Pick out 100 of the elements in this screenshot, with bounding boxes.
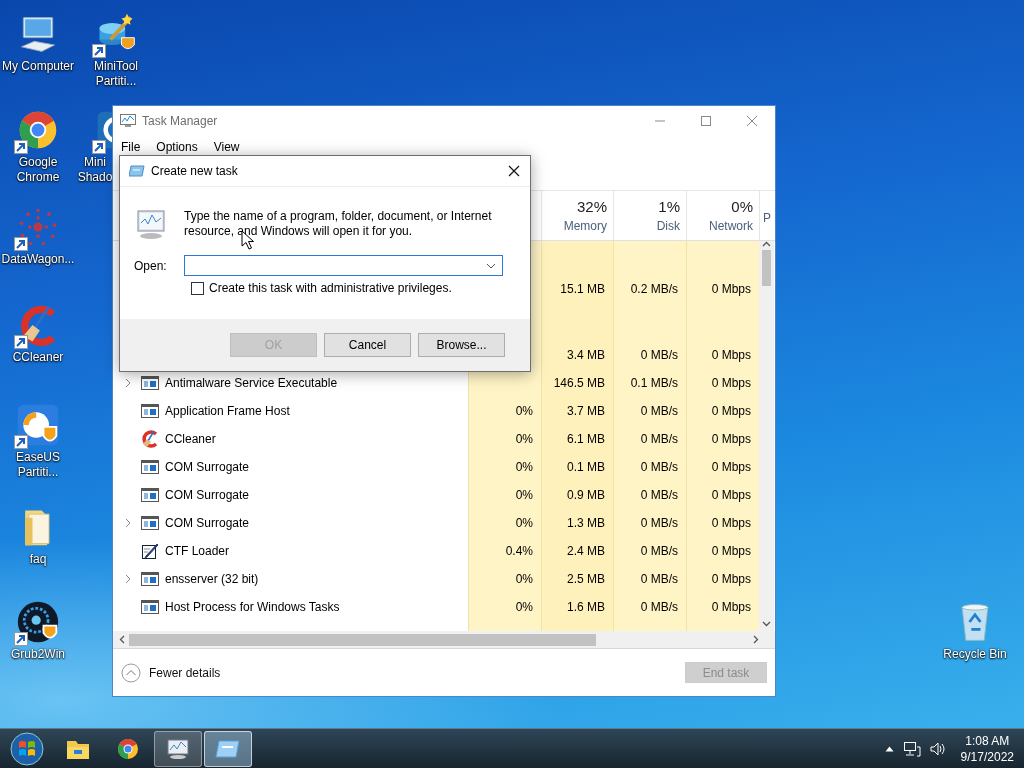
window-icon	[141, 487, 159, 503]
menu-item[interactable]: File	[117, 140, 147, 154]
run-icon	[215, 738, 241, 759]
scroll-up-icon	[762, 241, 771, 248]
table-cell-text: 6.1 MB	[566, 432, 606, 446]
icon-label: EaseUS Partiti...	[15, 450, 61, 480]
icon-label: CCleaner	[12, 350, 64, 365]
icon-label: Grub2Win	[11, 647, 65, 662]
table-cell-text: 0 Mbps	[710, 544, 752, 558]
table-cell-text: 0.1 MB/s	[629, 376, 679, 390]
process-name: COM Surrogate	[165, 488, 250, 502]
process-name: COM Surrogate	[165, 460, 250, 474]
table-cell-text: 0 MB/s	[639, 544, 679, 558]
table-cell-text: 0%	[514, 572, 534, 586]
table-cell-text: 0.2 MB/s	[629, 282, 679, 296]
maximize-icon[interactable]	[700, 115, 712, 127]
table-cell-text: 0%	[514, 460, 534, 474]
window-icon	[141, 599, 159, 615]
network-icon[interactable]	[902, 740, 921, 757]
process-name: Host Process for Windows Tasks	[165, 600, 340, 614]
menu-item[interactable]: View	[209, 140, 246, 154]
window-title: Task Manager	[142, 114, 218, 128]
circle-logo-icon	[116, 736, 140, 761]
table-cell-text: 0 MB/s	[639, 432, 679, 446]
process-name: COM Surrogate	[165, 516, 250, 530]
app-icon	[120, 114, 136, 128]
table-cell-text: 0 Mbps	[710, 460, 752, 474]
table-cell-text: 3.4 MB	[566, 348, 606, 362]
table-cell-text: 0 Mbps	[710, 282, 752, 296]
run-icon	[129, 165, 145, 177]
window-icon	[141, 571, 159, 587]
column-header[interactable]: P	[763, 210, 771, 225]
open-field[interactable]	[184, 255, 503, 276]
table-cell-text: 0 MB/s	[639, 572, 679, 586]
table-cell-text: 0.4%	[504, 544, 534, 558]
windows-logo-icon	[10, 731, 44, 766]
column-percent: 32%	[576, 198, 607, 215]
table-cell-text: 0.1 MB	[566, 460, 606, 474]
table-cell-text: 2.5 MB	[566, 572, 606, 586]
column-header[interactable]: Disk	[656, 219, 680, 233]
scroll-left-icon	[119, 635, 126, 644]
icon-label: MiniTool Partiti...	[93, 59, 139, 89]
table-cell-text: 0 MB/s	[639, 348, 679, 362]
dropdown-caret-icon	[486, 262, 496, 269]
icon-label: Google Chrome	[15, 155, 61, 185]
show-hidden-icon[interactable]	[884, 745, 894, 752]
column-percent: 1%	[658, 198, 680, 215]
icon-label: faq	[29, 552, 47, 567]
taskbar-button[interactable]	[204, 730, 252, 767]
window-icon	[141, 459, 159, 475]
close-icon[interactable]	[508, 165, 520, 177]
checkbox-label: Create this task with administrative privileges.	[209, 281, 452, 295]
table-cell-text: 0 Mbps	[710, 488, 752, 502]
fewer-details-link[interactable]: Fewer details	[149, 665, 221, 680]
checkbox[interactable]	[191, 281, 204, 295]
window-icon	[141, 515, 159, 531]
expand-chevron-icon[interactable]	[124, 574, 132, 584]
table-cell-text: 0 Mbps	[710, 432, 752, 446]
column-header[interactable]: Memory	[563, 219, 607, 233]
icon-label: My Computer	[2, 59, 74, 74]
clock-date: 9/17/2022	[960, 748, 1014, 765]
table-cell-text: 0 MB/s	[639, 460, 679, 474]
volume-icon[interactable]	[929, 740, 946, 757]
table-cell-text: 0 Mbps	[710, 516, 752, 530]
table-cell-text: 1.3 MB	[566, 516, 606, 530]
column-header[interactable]: Network	[709, 219, 753, 233]
broom-icon	[141, 430, 159, 448]
shield-icon	[16, 403, 60, 447]
monitor-chart-icon	[166, 737, 190, 760]
table-cell-text: 0%	[514, 432, 534, 446]
table-cell-text: 2.4 MB	[566, 544, 606, 558]
scrollbar-thumb[interactable]	[762, 250, 771, 286]
process-name: CCleaner	[165, 432, 216, 446]
table-cell-text: 0%	[514, 516, 534, 530]
table-cell-text: 0 MB/s	[639, 488, 679, 502]
scrollbar-thumb[interactable]	[129, 633, 596, 646]
expand-chevron-icon[interactable]	[124, 378, 132, 388]
dialog-button[interactable]: Cancel	[324, 333, 411, 357]
column-percent: 0%	[731, 198, 753, 215]
dialog-button[interactable]: Browse...	[418, 333, 505, 357]
icon-label: Mini Shado	[77, 155, 113, 185]
table-cell-text: 0 Mbps	[710, 376, 752, 390]
process-name: Application Frame Host	[165, 404, 290, 418]
expand-chevron-icon[interactable]	[124, 518, 132, 528]
dialog-title: Create new task	[151, 164, 238, 178]
table-cell-text: 0.9 MB	[566, 488, 606, 502]
scroll-down-icon	[762, 620, 771, 627]
table-cell-text: 1.6 MB	[566, 600, 606, 614]
collapse-icon	[121, 662, 141, 683]
field-label: Open:	[134, 258, 168, 273]
window-icon	[141, 375, 159, 391]
taskbar-button[interactable]	[154, 730, 202, 767]
icon-label: DataWagon...	[1, 252, 75, 267]
menu-item[interactable]: Options	[152, 140, 204, 154]
table-cell-text: 0 MB/s	[639, 600, 679, 614]
icon-label: Recycle Bin	[943, 647, 1007, 662]
table-cell-text: 0 Mbps	[710, 348, 752, 362]
table-cell-text: 0%	[514, 404, 534, 418]
pen-icon	[141, 542, 159, 560]
table-cell-text: 3.7 MB	[566, 404, 606, 418]
